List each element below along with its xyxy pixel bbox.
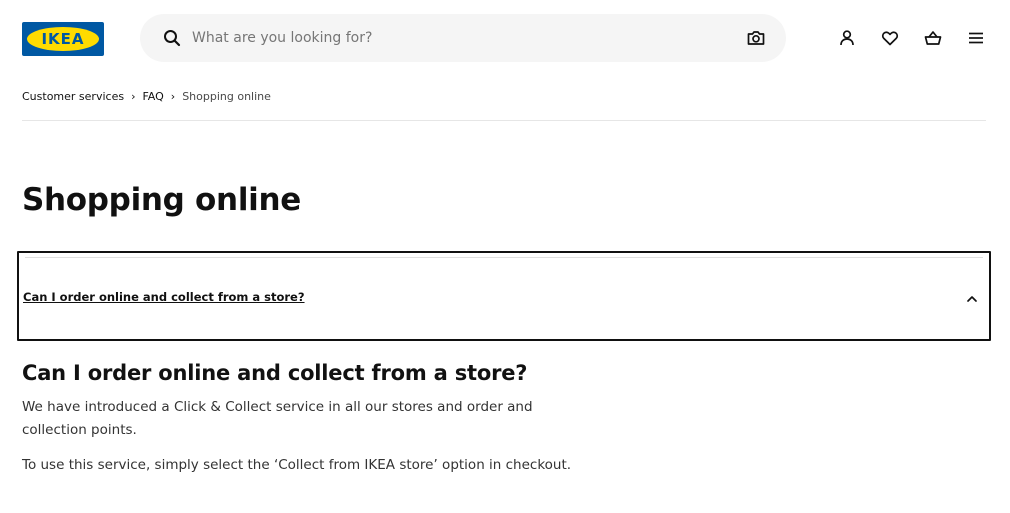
chevron-up-icon[interactable] xyxy=(965,291,979,305)
page-title: Shopping online xyxy=(22,182,301,218)
faq-accordion-item[interactable]: Can I order online and collect from a st… xyxy=(17,251,991,341)
basket-icon[interactable] xyxy=(923,28,943,48)
profile-icon[interactable] xyxy=(837,28,857,48)
ikea-logo[interactable]: IKEA xyxy=(22,22,104,56)
menu-icon[interactable] xyxy=(966,28,986,48)
logo-oval: IKEA xyxy=(27,27,99,51)
search-input[interactable] xyxy=(192,23,732,53)
site-header: IKEA xyxy=(0,0,1010,76)
breadcrumb-item-faq[interactable]: FAQ xyxy=(142,90,163,103)
breadcrumb-separator: › xyxy=(131,90,136,103)
divider xyxy=(22,120,986,121)
answer-heading: Can I order online and collect from a st… xyxy=(22,361,528,385)
breadcrumb-separator: › xyxy=(170,90,176,103)
breadcrumb-item-customer-services[interactable]: Customer services xyxy=(22,90,124,103)
breadcrumb: Customer services › FAQ › Shopping onlin… xyxy=(22,90,271,103)
search-bar[interactable] xyxy=(140,14,786,62)
answer-paragraph: We have introduced a Click & Collect ser… xyxy=(22,399,533,438)
logo-text: IKEA xyxy=(41,30,85,48)
heart-icon[interactable] xyxy=(880,28,900,48)
accordion-title[interactable]: Can I order online and collect from a st… xyxy=(23,290,305,304)
accordion-divider xyxy=(25,257,983,258)
camera-icon[interactable] xyxy=(746,28,766,48)
page: IKEA What are you looking for? Customer … xyxy=(0,0,1010,513)
breadcrumb-current: Shopping online xyxy=(182,90,271,103)
answer-paragraph: To use this service, simply select the ‘… xyxy=(22,457,572,473)
search-icon[interactable] xyxy=(162,28,182,48)
